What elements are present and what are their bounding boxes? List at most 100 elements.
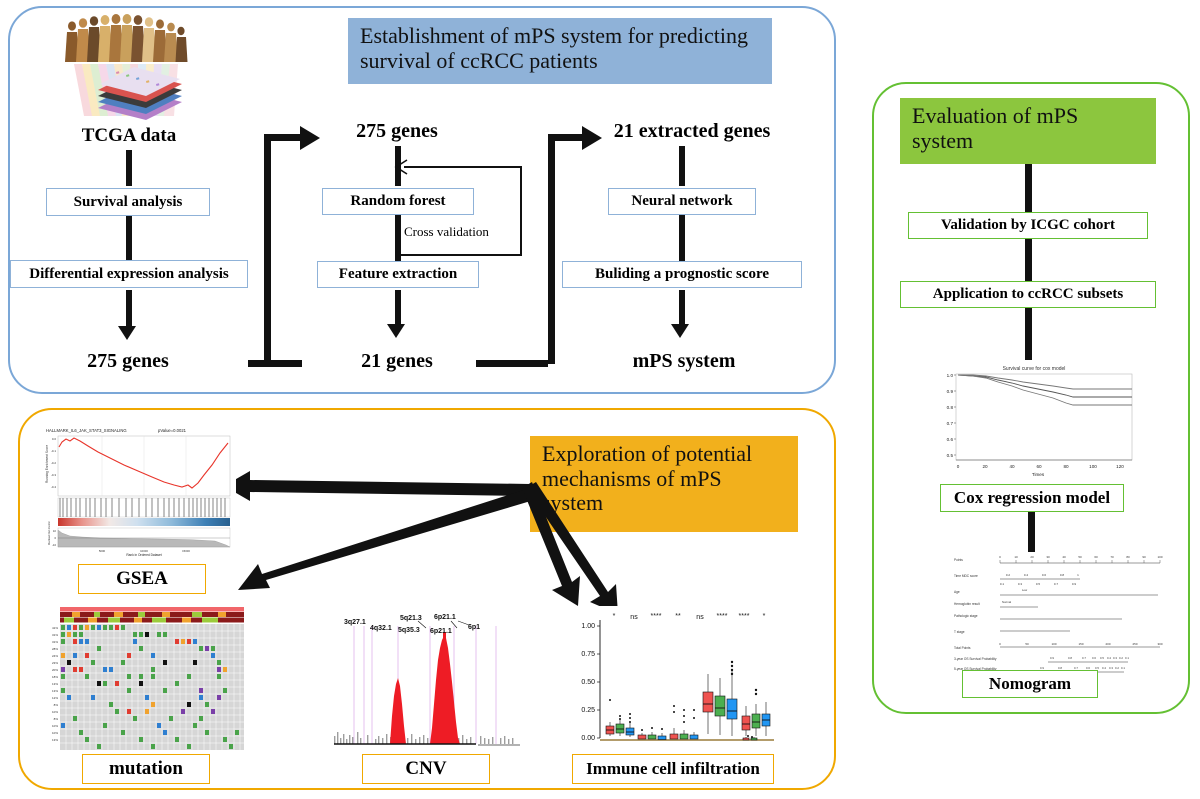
svg-text:0.75: 0.75: [581, 651, 595, 658]
caption-cox-regression-model: Cox regression model: [940, 484, 1124, 512]
cv-loop-label: Cross validation: [404, 224, 489, 239]
svg-text:0.8: 0.8: [1068, 656, 1072, 660]
svg-text:1.0: 1.0: [947, 373, 954, 378]
svg-text:0.8: 0.8: [1060, 573, 1065, 577]
svg-text:-0.3: -0.3: [51, 473, 57, 477]
svg-text:13%: 13%: [52, 738, 58, 742]
svg-text:-0.4: -0.4: [51, 485, 57, 489]
right-input-21-extracted-genes: 21 extracted genes: [613, 119, 771, 142]
svg-text:20%: 20%: [52, 668, 58, 672]
svg-text:13%: 13%: [52, 689, 58, 693]
svg-text:20: 20: [982, 464, 988, 469]
cv-loop-right: [520, 166, 522, 256]
gsea-ylabel: Running Enrichment Score: [45, 445, 49, 483]
oncoplot-figure: 41% 31% 31% 28% 24% 23% 20% 18% 13% 13% 12% 8% 1…: [42, 606, 246, 752]
cnv-label-6p1: 6p1: [468, 624, 480, 631]
svg-text:Low: Low: [1022, 588, 1028, 592]
step-neural-network: Neural network: [608, 188, 756, 215]
output-mps-system: mPS system: [632, 349, 736, 372]
arrowhead-dea: [118, 326, 136, 340]
gsea-figure: HALLMARK_IL6_JAK_STAT3_SIGNALING pValue=…: [40, 425, 236, 557]
immune-infiltration-figure: 1.00 0.75 0.50 0.25 0.00 * ns **** ** ns **** *…: [570, 606, 778, 752]
arrow-icgc-to-subsets: [1025, 239, 1032, 281]
svg-text:0: 0: [999, 642, 1001, 646]
step-differential-expression-analysis: Differential expression analysis: [10, 260, 248, 288]
svg-text:0.4: 0.4: [1107, 656, 1111, 660]
arrow-nn-to-score: [679, 215, 685, 261]
svg-text:Total Points: Total Points: [954, 646, 971, 650]
svg-text:50: 50: [1025, 642, 1029, 646]
arrowhead-cv-loop: [394, 159, 408, 175]
svg-text:0.1: 0.1: [1125, 656, 1129, 660]
survival-curve-figure: Survival curve for cox model 1.0 0.9 0.8 0…: [928, 362, 1140, 480]
svg-text:10: 10: [1014, 555, 1018, 559]
arrow-survival-to-dea: [126, 216, 132, 260]
cnv-label-5q35-3: 5q35.3: [398, 627, 420, 634]
svg-text:ns: ns: [696, 614, 704, 621]
svg-text:23%: 23%: [52, 661, 58, 665]
svg-text:0.5: 0.5: [1100, 656, 1104, 660]
cnv-label-4q32-1: 4q32.1: [370, 625, 392, 632]
caption-nomogram: Nomogram: [962, 670, 1098, 698]
svg-text:0: 0: [54, 536, 56, 540]
svg-text:31%: 31%: [52, 640, 58, 644]
arrowhead-feature: [387, 324, 405, 338]
svg-text:10%: 10%: [52, 710, 58, 714]
svg-text:41%: 41%: [52, 626, 58, 630]
svg-text:**: **: [675, 613, 681, 620]
arrow-subsets-to-curve: [1025, 308, 1032, 360]
cnv-figure: 3q27.1 4q32.1 5q21.3 5q35.3 6p21.1 6p21.…: [326, 608, 526, 752]
svg-text:Age: Age: [954, 590, 960, 594]
svg-text:Pathologic stage: Pathologic stage: [954, 614, 978, 618]
step-feature-extraction: Feature extraction: [317, 261, 479, 288]
svg-text:0.9: 0.9: [1072, 582, 1077, 586]
svg-text:0.8: 0.8: [947, 405, 954, 410]
svg-text:60: 60: [1036, 464, 1042, 469]
svg-text:0.7: 0.7: [947, 421, 954, 426]
svg-text:12%: 12%: [52, 696, 58, 700]
svg-text:0.6: 0.6: [1042, 573, 1047, 577]
arrow-21ex-to-nn: [679, 146, 685, 186]
arrowhead-left-elbow: [300, 126, 320, 150]
arrow-cox-to-nomogram: [1028, 512, 1035, 556]
gsea-xlabel: Rank in Ordered Dataset: [126, 553, 161, 557]
svg-text:10%: 10%: [52, 731, 58, 735]
svg-text:40: 40: [1009, 464, 1015, 469]
svg-text:0.5: 0.5: [947, 453, 954, 458]
svg-text:0.3: 0.3: [1113, 656, 1117, 660]
svg-text:13%: 13%: [52, 682, 58, 686]
elbow-mid-h: [476, 360, 548, 367]
svg-text:0.3: 0.3: [1018, 582, 1023, 586]
elbow-left-h: [248, 360, 302, 367]
arrow-score-to-mps: [679, 290, 685, 328]
cnv-label-6p21-1-b: 6p21.1: [430, 628, 452, 635]
svg-text:100: 100: [1089, 464, 1097, 469]
svg-text:18%: 18%: [52, 675, 58, 679]
svg-text:80: 80: [1063, 464, 1069, 469]
svg-text:0.00: 0.00: [581, 735, 595, 742]
svg-text:300: 300: [1157, 642, 1162, 646]
arrow-dea-to-genes: [126, 290, 132, 330]
gsea-pvalue: pValue=0.0021: [158, 428, 187, 433]
svg-text:Time MDC score: Time MDC score: [954, 574, 978, 578]
svg-text:0: 0: [957, 464, 960, 469]
svg-text:100: 100: [1157, 555, 1162, 559]
svg-text:ns: ns: [630, 614, 638, 621]
tcga-data-illustration: [65, 14, 188, 120]
svg-text:1: 1: [1077, 573, 1079, 577]
svg-text:30: 30: [1046, 555, 1050, 559]
svg-text:10%: 10%: [52, 724, 58, 728]
arrow-tcga-to-survival: [126, 150, 132, 186]
svg-text:150: 150: [1078, 642, 1083, 646]
svg-text:24%: 24%: [52, 654, 58, 658]
svg-text:0.6: 0.6: [947, 437, 954, 442]
mid-input-275-genes: 275 genes: [356, 119, 438, 142]
arrow-eval-to-icgc: [1025, 164, 1032, 212]
output-21-genes: 21 genes: [361, 349, 433, 372]
svg-text:-0.2: -0.2: [51, 461, 57, 465]
caption-immune-cell-infiltration: Immune cell infiltration: [572, 754, 774, 784]
svg-text:8%: 8%: [54, 717, 59, 721]
svg-text:****: ****: [739, 613, 750, 620]
step-survival-analysis: Survival analysis: [46, 188, 210, 216]
gsea-title: HALLMARK_IL6_JAK_STAT3_SIGNALING: [46, 428, 127, 433]
